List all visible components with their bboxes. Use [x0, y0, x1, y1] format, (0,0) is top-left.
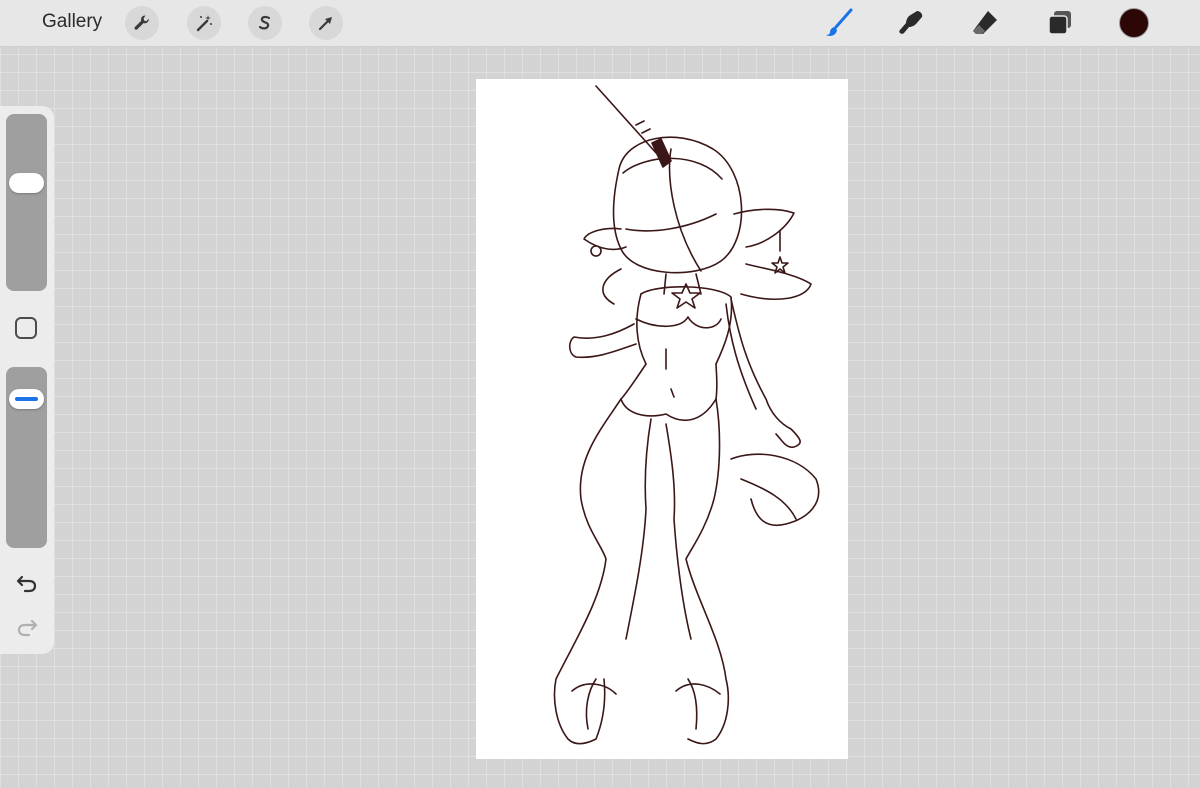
brush-tool-button[interactable] — [822, 6, 856, 40]
undo-icon — [16, 575, 37, 593]
adjustments-button[interactable] — [187, 6, 221, 40]
transform-button[interactable] — [309, 6, 343, 40]
opacity-handle[interactable] — [9, 388, 44, 409]
sketch-drawing — [553, 85, 820, 745]
arrow-cursor-icon — [318, 17, 332, 31]
opacity-slider[interactable] — [6, 367, 47, 548]
undo-button[interactable] — [14, 570, 40, 596]
brush-size-slider[interactable] — [6, 114, 47, 291]
square-modify-icon[interactable] — [15, 317, 37, 339]
gallery-button[interactable]: Gallery — [42, 11, 102, 33]
layers-button[interactable] — [1043, 6, 1077, 40]
drawing-canvas[interactable] — [476, 79, 848, 759]
selection-button[interactable] — [248, 6, 282, 40]
magic-wand-icon — [196, 15, 212, 32]
smudge-finger-icon — [899, 11, 923, 34]
eraser-tool-button[interactable] — [968, 6, 1002, 40]
layers-icon — [1048, 11, 1071, 35]
color-picker-swatch[interactable] — [1119, 8, 1149, 38]
redo-button[interactable] — [14, 614, 40, 640]
redo-icon — [17, 619, 38, 637]
top-toolbar: Gallery — [0, 0, 1200, 47]
smudge-tool-button[interactable] — [894, 6, 928, 40]
wrench-icon — [134, 15, 149, 30]
eraser-icon — [973, 11, 997, 34]
paintbrush-icon — [826, 8, 853, 36]
left-sidebar — [0, 106, 54, 654]
selection-s-icon — [258, 15, 271, 30]
actions-button[interactable] — [125, 6, 159, 40]
brush-size-handle[interactable] — [9, 172, 44, 193]
